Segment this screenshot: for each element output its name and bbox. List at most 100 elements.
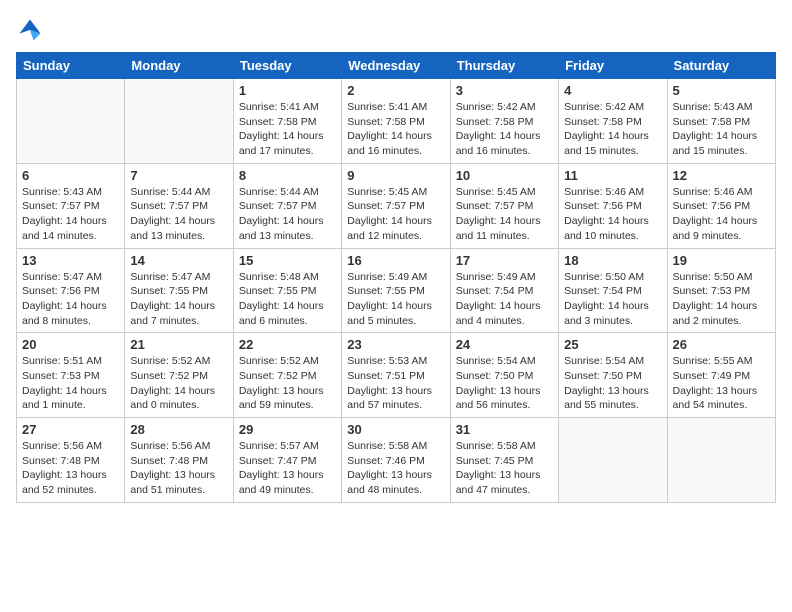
calendar-cell: 29 Sunrise: 5:57 AM Sunset: 7:47 PM Dayli… <box>233 418 341 503</box>
calendar-cell: 3 Sunrise: 5:42 AM Sunset: 7:58 PM Daylig… <box>450 79 558 164</box>
calendar: SundayMondayTuesdayWednesdayThursdayFrid… <box>16 52 776 503</box>
day-number: 14 <box>130 253 227 268</box>
calendar-cell: 1 Sunrise: 5:41 AM Sunset: 7:58 PM Daylig… <box>233 79 341 164</box>
day-info: Sunrise: 5:50 AM Sunset: 7:53 PM Dayligh… <box>673 270 770 329</box>
calendar-cell: 12 Sunrise: 5:46 AM Sunset: 7:56 PM Dayli… <box>667 163 775 248</box>
day-info: Sunrise: 5:58 AM Sunset: 7:45 PM Dayligh… <box>456 439 553 498</box>
calendar-cell <box>559 418 667 503</box>
day-info: Sunrise: 5:58 AM Sunset: 7:46 PM Dayligh… <box>347 439 444 498</box>
day-number: 1 <box>239 83 336 98</box>
day-info: Sunrise: 5:44 AM Sunset: 7:57 PM Dayligh… <box>130 185 227 244</box>
day-number: 16 <box>347 253 444 268</box>
day-number: 20 <box>22 337 119 352</box>
day-info: Sunrise: 5:52 AM Sunset: 7:52 PM Dayligh… <box>130 354 227 413</box>
calendar-cell: 5 Sunrise: 5:43 AM Sunset: 7:58 PM Daylig… <box>667 79 775 164</box>
day-number: 21 <box>130 337 227 352</box>
day-number: 9 <box>347 168 444 183</box>
day-number: 15 <box>239 253 336 268</box>
calendar-cell: 20 Sunrise: 5:51 AM Sunset: 7:53 PM Dayli… <box>17 333 125 418</box>
calendar-cell: 28 Sunrise: 5:56 AM Sunset: 7:48 PM Dayli… <box>125 418 233 503</box>
calendar-cell: 24 Sunrise: 5:54 AM Sunset: 7:50 PM Dayli… <box>450 333 558 418</box>
weekday-header: Sunday <box>17 53 125 79</box>
day-info: Sunrise: 5:50 AM Sunset: 7:54 PM Dayligh… <box>564 270 661 329</box>
day-info: Sunrise: 5:55 AM Sunset: 7:49 PM Dayligh… <box>673 354 770 413</box>
day-number: 4 <box>564 83 661 98</box>
calendar-cell: 17Sunrise: 5:49 AM Sunset: 7:54 PM Dayli… <box>450 248 558 333</box>
calendar-cell: 30 Sunrise: 5:58 AM Sunset: 7:46 PM Dayli… <box>342 418 450 503</box>
weekday-header: Tuesday <box>233 53 341 79</box>
calendar-cell: 19 Sunrise: 5:50 AM Sunset: 7:53 PM Dayli… <box>667 248 775 333</box>
day-info: Sunrise: 5:42 AM Sunset: 7:58 PM Dayligh… <box>456 100 553 159</box>
calendar-cell: 13 Sunrise: 5:47 AM Sunset: 7:56 PM Dayli… <box>17 248 125 333</box>
calendar-cell <box>125 79 233 164</box>
day-number: 27 <box>22 422 119 437</box>
calendar-cell: 27 Sunrise: 5:56 AM Sunset: 7:48 PM Dayli… <box>17 418 125 503</box>
calendar-cell: 25Sunrise: 5:54 AM Sunset: 7:50 PM Dayli… <box>559 333 667 418</box>
calendar-cell: 6 Sunrise: 5:43 AM Sunset: 7:57 PM Daylig… <box>17 163 125 248</box>
day-info: Sunrise: 5:47 AM Sunset: 7:56 PM Dayligh… <box>22 270 119 329</box>
day-info: Sunrise: 5:46 AM Sunset: 7:56 PM Dayligh… <box>564 185 661 244</box>
calendar-cell: 18Sunrise: 5:50 AM Sunset: 7:54 PM Dayli… <box>559 248 667 333</box>
day-number: 3 <box>456 83 553 98</box>
day-number: 13 <box>22 253 119 268</box>
calendar-cell: 16 Sunrise: 5:49 AM Sunset: 7:55 PM Dayli… <box>342 248 450 333</box>
weekday-header: Saturday <box>667 53 775 79</box>
day-info: Sunrise: 5:48 AM Sunset: 7:55 PM Dayligh… <box>239 270 336 329</box>
day-number: 7 <box>130 168 227 183</box>
calendar-cell: 11 Sunrise: 5:46 AM Sunset: 7:56 PM Dayli… <box>559 163 667 248</box>
day-info: Sunrise: 5:49 AM Sunset: 7:54 PM Dayligh… <box>456 270 553 329</box>
calendar-cell: 21 Sunrise: 5:52 AM Sunset: 7:52 PM Dayli… <box>125 333 233 418</box>
calendar-cell: 14 Sunrise: 5:47 AM Sunset: 7:55 PM Dayli… <box>125 248 233 333</box>
logo <box>16 16 48 44</box>
day-number: 28 <box>130 422 227 437</box>
day-number: 10 <box>456 168 553 183</box>
day-number: 6 <box>22 168 119 183</box>
day-number: 26 <box>673 337 770 352</box>
day-info: Sunrise: 5:47 AM Sunset: 7:55 PM Dayligh… <box>130 270 227 329</box>
day-info: Sunrise: 5:56 AM Sunset: 7:48 PM Dayligh… <box>22 439 119 498</box>
day-number: 31 <box>456 422 553 437</box>
calendar-cell: 10 Sunrise: 5:45 AM Sunset: 7:57 PM Dayli… <box>450 163 558 248</box>
day-number: 22 <box>239 337 336 352</box>
day-number: 23 <box>347 337 444 352</box>
day-info: Sunrise: 5:46 AM Sunset: 7:56 PM Dayligh… <box>673 185 770 244</box>
day-number: 5 <box>673 83 770 98</box>
calendar-cell: 4 Sunrise: 5:42 AM Sunset: 7:58 PM Daylig… <box>559 79 667 164</box>
day-info: Sunrise: 5:56 AM Sunset: 7:48 PM Dayligh… <box>130 439 227 498</box>
calendar-cell: 22 Sunrise: 5:52 AM Sunset: 7:52 PM Dayli… <box>233 333 341 418</box>
day-info: Sunrise: 5:51 AM Sunset: 7:53 PM Dayligh… <box>22 354 119 413</box>
calendar-cell: 26 Sunrise: 5:55 AM Sunset: 7:49 PM Dayli… <box>667 333 775 418</box>
day-info: Sunrise: 5:54 AM Sunset: 7:50 PM Dayligh… <box>564 354 661 413</box>
day-info: Sunrise: 5:42 AM Sunset: 7:58 PM Dayligh… <box>564 100 661 159</box>
day-info: Sunrise: 5:52 AM Sunset: 7:52 PM Dayligh… <box>239 354 336 413</box>
calendar-cell <box>667 418 775 503</box>
calendar-cell: 23 Sunrise: 5:53 AM Sunset: 7:51 PM Dayli… <box>342 333 450 418</box>
day-info: Sunrise: 5:45 AM Sunset: 7:57 PM Dayligh… <box>347 185 444 244</box>
day-number: 29 <box>239 422 336 437</box>
day-number: 24 <box>456 337 553 352</box>
day-info: Sunrise: 5:54 AM Sunset: 7:50 PM Dayligh… <box>456 354 553 413</box>
weekday-header: Wednesday <box>342 53 450 79</box>
calendar-cell: 31 Sunrise: 5:58 AM Sunset: 7:45 PM Dayli… <box>450 418 558 503</box>
day-info: Sunrise: 5:45 AM Sunset: 7:57 PM Dayligh… <box>456 185 553 244</box>
weekday-header: Friday <box>559 53 667 79</box>
day-number: 11 <box>564 168 661 183</box>
day-number: 19 <box>673 253 770 268</box>
day-info: Sunrise: 5:43 AM Sunset: 7:58 PM Dayligh… <box>673 100 770 159</box>
day-info: Sunrise: 5:44 AM Sunset: 7:57 PM Dayligh… <box>239 185 336 244</box>
day-info: Sunrise: 5:41 AM Sunset: 7:58 PM Dayligh… <box>239 100 336 159</box>
weekday-header: Monday <box>125 53 233 79</box>
calendar-cell: 15 Sunrise: 5:48 AM Sunset: 7:55 PM Dayli… <box>233 248 341 333</box>
day-info: Sunrise: 5:41 AM Sunset: 7:58 PM Dayligh… <box>347 100 444 159</box>
day-info: Sunrise: 5:43 AM Sunset: 7:57 PM Dayligh… <box>22 185 119 244</box>
day-info: Sunrise: 5:57 AM Sunset: 7:47 PM Dayligh… <box>239 439 336 498</box>
day-info: Sunrise: 5:49 AM Sunset: 7:55 PM Dayligh… <box>347 270 444 329</box>
weekday-header: Thursday <box>450 53 558 79</box>
calendar-cell: 2 Sunrise: 5:41 AM Sunset: 7:58 PM Daylig… <box>342 79 450 164</box>
logo-icon <box>16 16 44 44</box>
day-number: 30 <box>347 422 444 437</box>
day-number: 2 <box>347 83 444 98</box>
day-number: 8 <box>239 168 336 183</box>
day-number: 12 <box>673 168 770 183</box>
day-info: Sunrise: 5:53 AM Sunset: 7:51 PM Dayligh… <box>347 354 444 413</box>
